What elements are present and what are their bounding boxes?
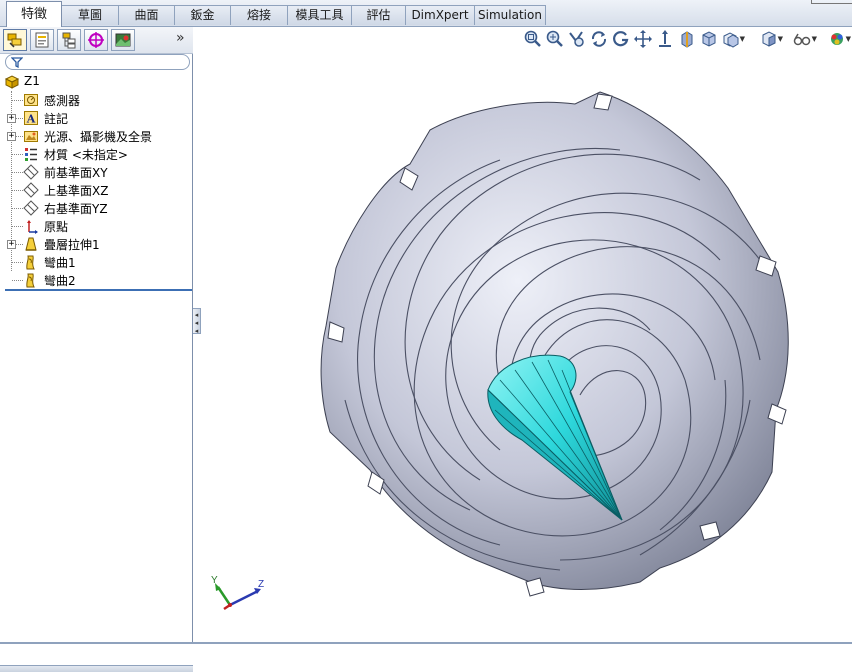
flex-icon [26,255,35,270]
tree-filter-input[interactable] [5,54,190,70]
tree-item-loft[interactable]: + 疊層拉伸1 [0,235,193,253]
manager-tabs: » [0,27,193,54]
rollback-bar[interactable] [5,289,192,291]
tree-item-material[interactable]: 材質 <未指定> [0,145,193,163]
triad-z-label: Z [258,579,264,590]
tree-item-top-plane[interactable]: 上基準面XZ [0,181,193,199]
spiral-body [320,91,789,597]
lights-cameras-icon [24,131,38,142]
display-manager-icon [115,33,131,47]
window-edge [811,0,852,4]
configuration-manager-tab[interactable] [57,29,81,51]
tab-simulation[interactable]: Simulation [474,5,546,25]
collapse-panel-handle[interactable]: ◂ ◂ ◂ [193,308,201,335]
tab-evaluate[interactable]: 評估 [351,5,406,25]
triad-y-label: Y [211,575,218,586]
command-manager-tabs: 特徵 草圖 曲面 鈑金 熔接 模具工具 評估 DimXpert Simulati… [0,0,852,27]
tree-item-right-plane[interactable]: 右基準面YZ [0,199,193,217]
more-tabs-button[interactable]: » [176,30,185,46]
coordinate-triad: Y Z [211,575,264,611]
tree-root[interactable]: Z1 [0,73,193,91]
tab-sheetmetal[interactable]: 鈑金 [174,5,231,25]
tree-item-flex2[interactable]: 彎曲2 [0,271,193,289]
tab-features[interactable]: 特徵 [6,1,62,27]
tab-surfaces[interactable]: 曲面 [118,5,175,25]
display-manager-tab[interactable] [111,29,135,51]
tab-weldments[interactable]: 熔接 [230,5,288,25]
dimxpert-manager-icon [88,32,104,48]
dimxpert-manager-tab[interactable] [84,29,108,51]
part-icon [4,75,20,89]
plane-icon [23,182,39,198]
annotation-icon: A [24,111,38,126]
configuration-manager-icon [62,32,76,49]
model-graphics[interactable] [201,27,852,644]
property-manager-icon [35,32,49,48]
tree-item-annotations[interactable]: + A 註記 [0,109,193,127]
graphics-area[interactable]: ▼ ▼ ▼ ▼ Y Z [201,27,852,644]
tree-item-flex1[interactable]: 彎曲1 [0,253,193,271]
expand-lights-button[interactable]: + [7,132,16,141]
tree-item-front-plane[interactable]: 前基準面XY [0,163,193,181]
panel-bottom-edge [0,665,193,672]
tree-item-origin[interactable]: 原點 [0,217,193,235]
filter-icon [11,57,23,68]
feature-manager-icon [7,33,22,48]
part-name: Z1 [24,74,40,88]
feature-manager-panel: » Z1 感測器 + A 註記 + 光源、攝影機及全景 材質 <未指定> 前基準… [0,27,193,672]
origin-icon [27,220,38,234]
property-manager-tab[interactable] [30,29,54,51]
expand-loft-button[interactable]: + [7,240,16,249]
tab-sketch[interactable]: 草圖 [61,5,119,25]
material-icon [25,148,37,161]
feature-manager-tab[interactable] [3,29,27,51]
tree-item-lights-cameras[interactable]: + 光源、攝影機及全景 [0,127,193,145]
tree-item-sensors[interactable]: 感測器 [0,91,193,109]
svg-text:A: A [26,113,36,126]
flex-icon [26,273,35,288]
plane-icon [23,200,39,216]
sensor-icon [24,94,38,106]
plane-icon [23,164,39,180]
feature-tree: Z1 感測器 + A 註記 + 光源、攝影機及全景 材質 <未指定> 前基準面X… [0,73,193,291]
tab-dimxpert[interactable]: DimXpert [405,5,475,25]
loft-icon [25,237,37,251]
tab-moldtools[interactable]: 模具工具 [287,5,352,25]
expand-annotations-button[interactable]: + [7,114,16,123]
